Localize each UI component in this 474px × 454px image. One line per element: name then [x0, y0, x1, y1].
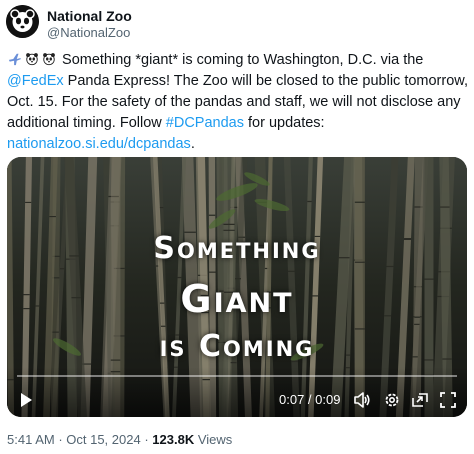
hashtag-link[interactable]: #DCPandas — [166, 115, 244, 131]
airplane-icon — [8, 53, 22, 66]
avatar[interactable] — [6, 5, 39, 38]
tweet-text-part: for updates: — [243, 115, 325, 131]
mention-link[interactable]: @FedEx — [7, 73, 64, 89]
video-time: 0:07 / 0:09 — [279, 392, 341, 407]
video-controls: 0:07 / 0:09 — [7, 367, 467, 417]
url-link[interactable]: nationalzoo.si.edu/dcpandas — [7, 136, 191, 152]
picture-in-picture-icon[interactable] — [411, 391, 429, 409]
video-title-line2: Giant — [180, 277, 294, 321]
tweet-text-part: Something *giant* is coming to Washingto… — [58, 52, 424, 68]
tweet-time[interactable]: 5:41 AM — [7, 432, 55, 447]
meta-separator: · — [54, 432, 67, 447]
fullscreen-icon[interactable] — [439, 391, 457, 409]
meta-separator: · — [140, 432, 153, 447]
video-title-overlay: Something Giant is Coming — [7, 157, 467, 367]
tweet-text: Something *giant* is coming to Washingto… — [7, 50, 469, 155]
views-label: Views — [194, 432, 233, 447]
tweet-text-part: . — [190, 136, 195, 152]
settings-gear-icon[interactable] — [383, 391, 401, 409]
volume-icon[interactable] — [353, 391, 371, 409]
account-handle[interactable]: @NationalZoo — [47, 25, 130, 40]
video-title-line3: is Coming — [159, 329, 315, 364]
tweet-meta: 5:41 AM · Oct 15, 2024 · 123.8K Views — [7, 432, 232, 447]
video-progress-bar[interactable] — [17, 375, 457, 377]
view-count: 123.8K — [152, 432, 195, 447]
account-name[interactable]: National Zoo — [47, 8, 132, 24]
play-icon[interactable] — [17, 391, 35, 409]
panda-icon — [26, 53, 38, 66]
panda-logo-icon — [6, 5, 39, 38]
video-title-line1: Something — [153, 231, 321, 266]
panda-icon — [43, 53, 55, 66]
video-player[interactable]: Something Giant is Coming 0:07 / 0:09 — [7, 157, 467, 417]
tweet-date[interactable]: Oct 15, 2024 — [66, 432, 140, 447]
